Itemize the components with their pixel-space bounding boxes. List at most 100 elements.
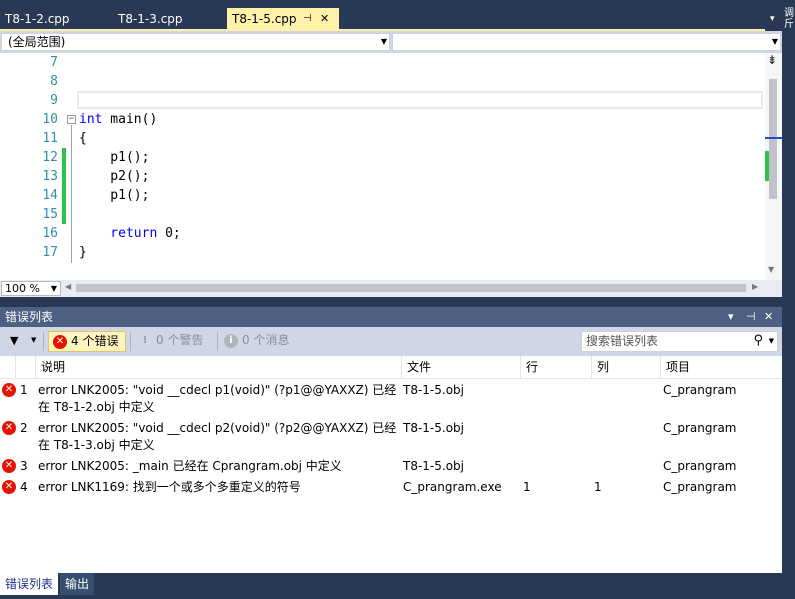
column-header-file[interactable]: 文件 [401, 356, 520, 379]
table-row[interactable]: ✕ 1 error LNK2005: "void __cdecl p1(void… [0, 381, 782, 417]
error-file: T8-1-5.obj [403, 459, 465, 473]
code-editor[interactable]: 7 8 9 10 − int main() 11 { 12 p1(); 13 p… [0, 53, 782, 280]
code-line: 8 [0, 72, 765, 91]
error-project: C_prangram [663, 383, 737, 397]
error-column: 1 [594, 480, 602, 494]
error-description: error LNK1169: 找到一个或多个多重定义的符号 [38, 480, 301, 494]
chevron-down-icon[interactable]: ▼ [769, 337, 774, 345]
chevron-down-icon[interactable]: ▼ [31, 336, 36, 344]
chevron-down-icon: ▼ [771, 37, 778, 46]
split-view-icon[interactable]: ⇟ [767, 53, 777, 67]
messages-filter-button[interactable]: i 0 个消息 [220, 331, 300, 352]
line-number: 14 [42, 188, 58, 203]
error-description: error LNK2005: "void __cdecl p2(void)" (… [38, 421, 397, 435]
document-tab-strip: T8-1-2.cpp T8-1-3.cpp T8-1-5.cpp ⊣ ✕ ▾ [0, 0, 775, 31]
code-line: 15 [0, 205, 765, 224]
row-number: 1 [20, 383, 28, 397]
pin-icon[interactable]: ⊣ [303, 8, 312, 30]
line-number: 17 [42, 245, 58, 260]
code-line: 10 − int main() [0, 110, 765, 129]
line-number: 15 [42, 207, 58, 222]
tab-t8-1-2[interactable]: T8-1-2.cpp [0, 8, 110, 30]
toolbar-separator [43, 332, 44, 351]
error-project: C_prangram [663, 480, 737, 494]
warnings-filter-button[interactable]: ! 0 个警告 [134, 331, 214, 352]
info-icon: i [224, 334, 238, 348]
navigation-bar: (全局范围) ▼ ▼ [0, 31, 782, 53]
error-list-search-input[interactable]: 搜索错误列表 ⚲ ▼ [581, 331, 778, 352]
tab-t8-1-3[interactable]: T8-1-3.cpp [113, 8, 225, 30]
code-text: { [79, 131, 87, 146]
code-line: 7 [0, 53, 765, 72]
column-header-icon[interactable] [0, 356, 15, 379]
code-line: 12 p1(); [0, 148, 765, 167]
pin-icon[interactable]: ⊣ [746, 309, 756, 325]
code-line: 13 p2(); [0, 167, 765, 186]
scroll-down-icon[interactable]: ▼ [768, 265, 774, 274]
vertical-scrollbar[interactable]: ⇟ ▼ [765, 53, 782, 280]
search-placeholder: 搜索错误列表 [586, 334, 659, 348]
tab-output[interactable]: 输出 [60, 573, 95, 595]
toolbar-separator [130, 332, 131, 351]
line-number: 10 [42, 112, 58, 127]
panel-menu-icon[interactable]: ▾ [728, 309, 734, 325]
error-project: C_prangram [663, 421, 737, 435]
error-list-toolbar: ▼ ▼ ✕ 4 个错误 ! 0 个警告 i 0 个消息 搜索错误列表 ⚲ ▼ [0, 327, 782, 356]
tab-label: T8-1-3.cpp [118, 12, 183, 26]
code-text: int main() [79, 112, 158, 127]
errors-filter-button[interactable]: ✕ 4 个错误 [48, 331, 126, 352]
code-text: p2(); [79, 169, 150, 184]
tab-overflow-icon[interactable]: ▾ [770, 14, 780, 24]
error-icon: ✕ [2, 459, 16, 473]
error-description: error LNK2005: _main 已经在 Cprangram.obj 中… [38, 459, 342, 473]
scrollbar-thumb[interactable] [769, 79, 777, 199]
code-line: 16 return 0; [0, 224, 765, 243]
filter-icon[interactable]: ▼ [10, 334, 18, 347]
side-panel-strip: 调 斤 [784, 0, 795, 599]
tool-window-tabs: 错误列表 输出 [0, 573, 782, 599]
scroll-left-icon[interactable]: ◀ [65, 282, 71, 291]
table-row[interactable]: ✕ 3 error LNK2005: _main 已经在 Cprangram.o… [0, 457, 782, 477]
error-list-table: 说明 文件 行 列 项目 ✕ 1 error LNK2005: "void __… [0, 356, 782, 573]
table-row[interactable]: ✕ 4 error LNK1169: 找到一个或多个多重定义的符号 C_pran… [0, 478, 782, 498]
collapse-icon[interactable]: − [67, 115, 76, 124]
code-text: p1(); [79, 188, 150, 203]
tab-label: T8-1-2.cpp [5, 12, 70, 26]
close-icon[interactable]: ✕ [764, 309, 773, 325]
code-line: 17 } [0, 243, 765, 262]
error-line: 1 [523, 480, 531, 494]
chevron-down-icon: ▼ [50, 284, 57, 293]
code-line: 9 [0, 91, 765, 110]
scroll-right-icon[interactable]: ▶ [752, 282, 758, 291]
table-row[interactable]: ✕ 2 error LNK2005: "void __cdecl p2(void… [0, 419, 782, 455]
column-header-project[interactable]: 项目 [660, 356, 782, 379]
column-header-index[interactable] [15, 356, 35, 379]
error-project: C_prangram [663, 459, 737, 473]
row-number: 2 [20, 421, 28, 435]
column-header-line[interactable]: 行 [520, 356, 591, 379]
code-line: 11 { [0, 129, 765, 148]
horizontal-scrollbar-thumb[interactable] [76, 284, 746, 292]
error-icon: ✕ [2, 383, 16, 397]
close-icon[interactable]: ✕ [320, 8, 329, 30]
side-panel-label[interactable]: 斤 [784, 19, 794, 30]
ide-window: T8-1-2.cpp T8-1-3.cpp T8-1-5.cpp ⊣ ✕ ▾ 调… [0, 0, 795, 599]
error-list-title-bar: 错误列表 ▾ ⊣ ✕ [0, 307, 782, 327]
tab-error-list[interactable]: 错误列表 [0, 573, 59, 595]
zoom-dropdown[interactable]: 100 % ▼ [1, 281, 61, 296]
messages-count-label: 0 个消息 [242, 333, 290, 347]
panel-gap [0, 297, 782, 307]
tab-t8-1-5[interactable]: T8-1-5.cpp ⊣ ✕ [227, 8, 339, 31]
code-text: } [79, 245, 87, 260]
column-header-column[interactable]: 列 [591, 356, 660, 379]
line-number: 16 [42, 226, 58, 241]
error-file: C_prangram.exe [403, 480, 502, 494]
search-icon[interactable]: ⚲ [753, 333, 763, 348]
side-panel-label[interactable]: 调 [784, 8, 794, 19]
column-header-description[interactable]: 说明 [35, 356, 401, 379]
error-description: error LNK2005: "void __cdecl p1(void)" (… [38, 383, 397, 397]
row-number: 3 [20, 459, 28, 473]
error-icon: ✕ [2, 480, 16, 494]
member-dropdown[interactable]: ▼ [392, 33, 781, 51]
scope-dropdown[interactable]: (全局范围) ▼ [1, 33, 390, 51]
